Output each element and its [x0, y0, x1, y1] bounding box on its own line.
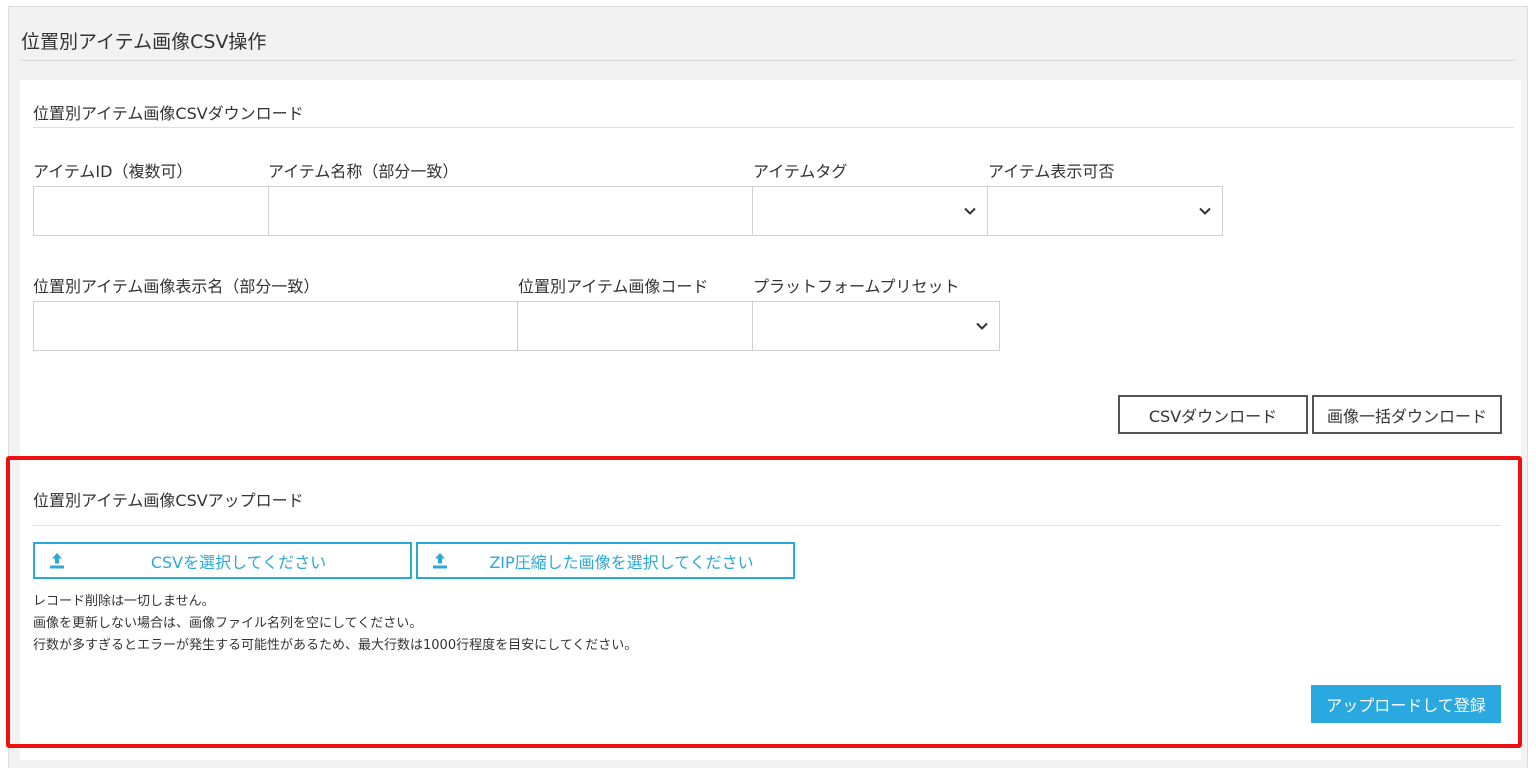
item-id-label: アイテムID（複数可）	[33, 162, 193, 181]
platform-preset-label: プラットフォームプリセット	[753, 277, 960, 296]
title-divider	[21, 60, 1515, 61]
upload-section-title: 位置別アイテム画像CSVアップロード	[33, 491, 304, 510]
item-tag-select[interactable]	[752, 186, 988, 236]
select-csv-button[interactable]: CSVを選択してください	[33, 542, 412, 579]
upload-note: 行数が多すぎるとエラーが発生する可能性があるため、最大行数は1000行程度を目安…	[33, 638, 638, 653]
image-display-name-label: 位置別アイテム画像表示名（部分一致）	[33, 277, 320, 296]
upload-section-divider	[33, 525, 1501, 526]
upload-icon	[433, 552, 447, 568]
upload-and-register-button[interactable]: アップロードして登録	[1311, 685, 1501, 723]
item-id-input[interactable]	[33, 186, 269, 236]
platform-preset-select[interactable]	[752, 301, 1000, 351]
select-zip-button[interactable]: ZIP圧縮した画像を選択してください	[416, 542, 795, 579]
select-zip-label: ZIP圧縮した画像を選択してください	[489, 552, 754, 572]
select-csv-label: CSVを選択してください	[150, 552, 327, 572]
image-code-input[interactable]	[517, 301, 753, 351]
chevron-down-icon	[976, 322, 988, 330]
upload-icon	[50, 552, 64, 568]
image-display-name-input[interactable]	[33, 301, 518, 351]
image-bulk-download-button[interactable]: 画像一括ダウンロード	[1312, 395, 1502, 434]
image-code-label: 位置別アイテム画像コード	[518, 277, 709, 296]
csv-download-button[interactable]: CSVダウンロード	[1118, 395, 1308, 434]
item-name-label: アイテム名称（部分一致）	[268, 162, 459, 181]
item-tag-label: アイテムタグ	[753, 162, 848, 181]
upload-note: 画像を更新しない場合は、画像ファイル名列を空にしてください。	[33, 616, 423, 631]
item-name-input[interactable]	[268, 186, 753, 236]
download-section-title: 位置別アイテム画像CSVダウンロード	[33, 104, 304, 123]
download-section-divider	[33, 127, 1514, 128]
item-visibility-select[interactable]	[987, 186, 1223, 236]
page-title: 位置別アイテム画像CSV操作	[21, 31, 267, 53]
chevron-down-icon	[1199, 207, 1211, 215]
upload-note: レコード削除は一切しません。	[33, 594, 215, 609]
item-visibility-label: アイテム表示可否	[988, 162, 1115, 181]
chevron-down-icon	[964, 207, 976, 215]
